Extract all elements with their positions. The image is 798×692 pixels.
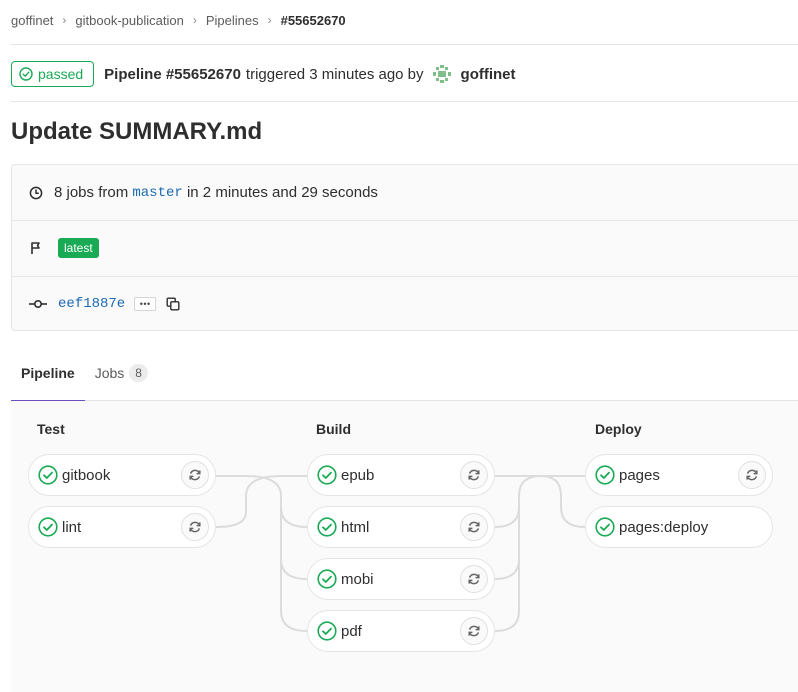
pipeline-header: passed Pipeline #55652670 triggered 3 mi… bbox=[11, 61, 516, 87]
stage-title-deploy: Deploy bbox=[595, 421, 642, 437]
jobs-count-text: 8 jobs from bbox=[54, 184, 129, 201]
retry-icon bbox=[468, 469, 480, 481]
job-name: lint bbox=[62, 518, 82, 536]
avatar[interactable] bbox=[431, 64, 452, 84]
status-success-icon bbox=[38, 465, 58, 485]
info-row-jobs: 8 jobs from master in 2 minutes and 29 s… bbox=[12, 165, 798, 220]
pipeline-info: 8 jobs from master in 2 minutes and 29 s… bbox=[11, 164, 798, 331]
retry-button[interactable] bbox=[460, 513, 488, 541]
job-pages-deploy[interactable]: pages:deploy bbox=[585, 506, 773, 548]
breadcrumb-item-pipelines[interactable]: Pipelines bbox=[206, 13, 259, 28]
retry-button[interactable] bbox=[460, 565, 488, 593]
retry-button[interactable] bbox=[181, 513, 209, 541]
tab-pipeline-label: Pipeline bbox=[21, 365, 75, 381]
jobs-count-badge: 8 bbox=[129, 364, 148, 382]
job-name: pages:deploy bbox=[619, 518, 709, 536]
chevron-right-icon: › bbox=[62, 13, 67, 27]
retry-icon bbox=[468, 573, 480, 585]
stage-title-test: Test bbox=[37, 421, 65, 437]
retry-icon bbox=[468, 521, 480, 533]
chevron-right-icon: › bbox=[192, 13, 197, 27]
retry-button[interactable] bbox=[181, 461, 209, 489]
status-success-icon bbox=[317, 621, 337, 641]
tab-jobs-label: Jobs bbox=[94, 365, 125, 381]
retry-button[interactable] bbox=[460, 617, 488, 645]
user-name[interactable]: goffinet bbox=[461, 66, 516, 83]
status-badge[interactable]: passed bbox=[11, 61, 95, 87]
divider bbox=[11, 44, 798, 45]
info-row-commit: eef1887e ••• bbox=[12, 276, 798, 331]
duration-text: in 2 minutes and 29 seconds bbox=[186, 184, 378, 201]
job-name: mobi bbox=[341, 570, 374, 588]
status-badge-label: passed bbox=[38, 66, 84, 82]
retry-icon bbox=[746, 469, 758, 481]
retry-button[interactable] bbox=[460, 461, 488, 489]
flag-icon bbox=[29, 241, 43, 255]
job-html[interactable]: html bbox=[307, 506, 495, 548]
chevron-right-icon: › bbox=[267, 13, 272, 27]
job-pdf[interactable]: pdf bbox=[307, 610, 495, 652]
page-title: Update SUMMARY.md bbox=[11, 118, 263, 145]
status-success-icon bbox=[317, 517, 337, 537]
status-success-icon bbox=[38, 517, 58, 537]
job-pages[interactable]: pages bbox=[585, 454, 773, 496]
job-mobi[interactable]: mobi bbox=[307, 558, 495, 600]
pipeline-id: Pipeline #55652670 bbox=[104, 65, 241, 83]
job-epub[interactable]: epub bbox=[307, 454, 495, 496]
divider bbox=[11, 101, 798, 102]
job-name: html bbox=[341, 518, 370, 536]
stage-title-build: Build bbox=[316, 421, 351, 437]
status-success-icon bbox=[317, 569, 337, 589]
status-success-icon bbox=[19, 67, 33, 81]
status-success-icon bbox=[595, 465, 615, 485]
job-gitbook[interactable]: gitbook bbox=[28, 454, 216, 496]
job-lint[interactable]: lint bbox=[28, 506, 216, 548]
branch-link[interactable]: master bbox=[132, 185, 182, 201]
breadcrumb: goffinet › gitbook-publication › Pipelin… bbox=[11, 10, 346, 30]
breadcrumb-item-current[interactable]: #55652670 bbox=[281, 13, 346, 28]
latest-badge: latest bbox=[58, 238, 99, 258]
job-name: epub bbox=[341, 466, 375, 484]
job-name: pages bbox=[619, 466, 660, 484]
commit-icon bbox=[29, 297, 47, 311]
status-success-icon bbox=[595, 517, 615, 537]
breadcrumb-item-project[interactable]: gitbook-publication bbox=[75, 13, 183, 28]
pipeline-tabs: Pipeline Jobs 8 bbox=[11, 345, 798, 402]
breadcrumb-item-namespace[interactable]: goffinet bbox=[11, 13, 53, 28]
job-name: pdf bbox=[341, 622, 362, 640]
pipeline-graph: Test Build Deploy gitbook lint epub html… bbox=[11, 401, 798, 692]
copy-icon[interactable] bbox=[166, 297, 180, 311]
triggered-text: triggered 3 minutes ago by bbox=[245, 65, 424, 83]
toggle-commit-description-button[interactable]: ••• bbox=[134, 297, 157, 311]
tab-jobs[interactable]: Jobs 8 bbox=[85, 345, 158, 401]
retry-button[interactable] bbox=[738, 461, 766, 489]
retry-icon bbox=[468, 625, 480, 637]
info-row-tags: latest bbox=[12, 220, 798, 275]
job-name: gitbook bbox=[62, 466, 111, 484]
retry-icon bbox=[189, 469, 201, 481]
retry-icon bbox=[189, 521, 201, 533]
tab-pipeline[interactable]: Pipeline bbox=[11, 345, 85, 402]
clock-icon bbox=[29, 186, 43, 200]
status-success-icon bbox=[317, 465, 337, 485]
commit-sha-link[interactable]: eef1887e bbox=[58, 296, 125, 312]
